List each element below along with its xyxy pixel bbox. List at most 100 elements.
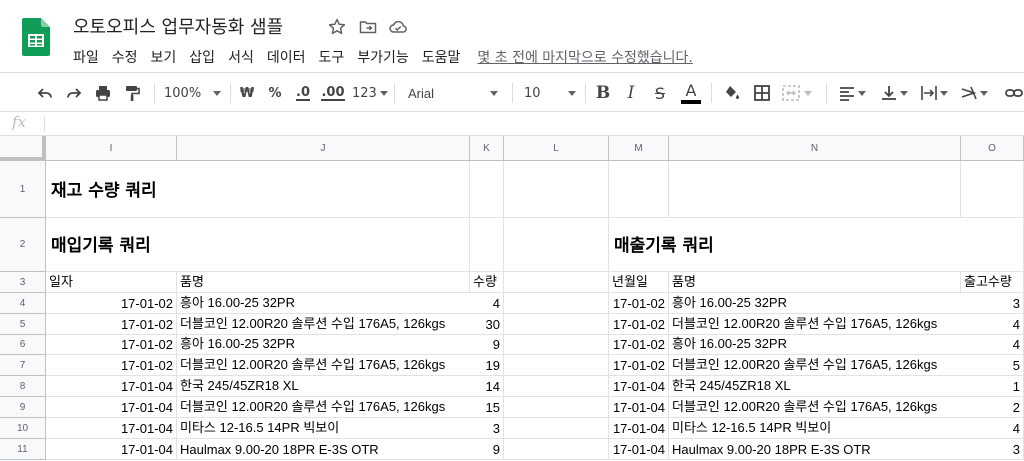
sales-date-cell[interactable]: 17-01-04 bbox=[609, 418, 669, 439]
purchase-column-header[interactable]: 수량 bbox=[470, 272, 504, 293]
cell[interactable] bbox=[504, 161, 609, 218]
sales-qty-cell[interactable]: 4 bbox=[961, 335, 1024, 355]
purchase-item-cell[interactable]: 더블코인 12.00R20 솔루션 수입 176A5, 126kgs bbox=[177, 397, 470, 418]
purchase-date-cell[interactable]: 17-01-04 bbox=[46, 439, 177, 460]
sales-date-cell[interactable]: 17-01-02 bbox=[609, 314, 669, 335]
sales-item-cell[interactable]: 더블코인 12.00R20 솔루션 수입 176A5, 126kgs bbox=[669, 355, 961, 376]
purchase-qty-cell[interactable]: 9 bbox=[470, 335, 504, 355]
paint-format-icon[interactable] bbox=[121, 79, 143, 107]
cell[interactable] bbox=[470, 218, 504, 272]
row-header[interactable]: 6 bbox=[0, 335, 46, 355]
sales-qty-cell[interactable]: 1 bbox=[961, 376, 1024, 397]
row-header[interactable]: 9 bbox=[0, 397, 46, 418]
horizontal-align-icon[interactable] bbox=[838, 79, 872, 107]
purchase-item-cell[interactable]: 더블코인 12.00R20 솔루션 수입 176A5, 126kgs bbox=[177, 314, 470, 335]
sales-date-cell[interactable]: 17-01-04 bbox=[609, 397, 669, 418]
menu-format[interactable]: 서식 bbox=[228, 47, 254, 67]
undo-icon[interactable] bbox=[34, 79, 56, 107]
italic-icon[interactable]: I bbox=[622, 79, 640, 107]
purchase-item-cell[interactable]: 더블코인 12.00R20 솔루션 수입 176A5, 126kgs bbox=[177, 355, 470, 376]
cell[interactable] bbox=[504, 355, 609, 376]
sales-item-cell[interactable]: 한국 245/45ZR18 XL bbox=[669, 376, 961, 397]
sales-date-cell[interactable]: 17-01-02 bbox=[609, 335, 669, 355]
purchase-date-cell[interactable]: 17-01-02 bbox=[46, 293, 177, 314]
percent-button[interactable]: % bbox=[266, 79, 284, 107]
purchase-item-cell[interactable]: 미타스 12-16.5 14PR 빅보이 bbox=[177, 418, 470, 439]
menu-help[interactable]: 도움말 bbox=[422, 47, 461, 67]
menu-data[interactable]: 데이터 bbox=[267, 47, 306, 67]
cell[interactable] bbox=[504, 439, 609, 460]
select-all-corner[interactable] bbox=[0, 136, 46, 161]
row-header[interactable]: 1 bbox=[0, 161, 46, 218]
cell[interactable] bbox=[504, 376, 609, 397]
cell[interactable] bbox=[961, 161, 1024, 218]
purchase-date-cell[interactable]: 17-01-02 bbox=[46, 314, 177, 335]
text-rotation-icon[interactable] bbox=[960, 79, 994, 107]
purchase-heading[interactable]: 매입기록 쿼리 bbox=[46, 218, 466, 272]
column-header[interactable]: I bbox=[46, 136, 177, 161]
cell[interactable] bbox=[504, 418, 609, 439]
sales-item-cell[interactable]: 더블코인 12.00R20 솔루션 수입 176A5, 126kgs bbox=[669, 397, 961, 418]
cell[interactable] bbox=[470, 161, 504, 218]
column-header[interactable]: O bbox=[961, 136, 1024, 161]
purchase-date-cell[interactable]: 17-01-02 bbox=[46, 355, 177, 376]
sales-item-cell[interactable]: 더블코인 12.00R20 솔루션 수입 176A5, 126kgs bbox=[669, 314, 961, 335]
sales-qty-cell[interactable]: 2 bbox=[961, 397, 1024, 418]
purchase-qty-cell[interactable]: 3 bbox=[470, 418, 504, 439]
menu-addons[interactable]: 부가기능 bbox=[357, 47, 409, 67]
sales-column-header[interactable]: 품명 bbox=[669, 272, 961, 293]
cell[interactable] bbox=[504, 218, 609, 272]
sales-date-cell[interactable]: 17-01-04 bbox=[609, 376, 669, 397]
sales-qty-cell[interactable]: 4 bbox=[961, 314, 1024, 335]
last-edit-link[interactable]: 몇 초 전에 마지막으로 수정했습니다. bbox=[477, 47, 692, 67]
purchase-qty-cell[interactable]: 15 bbox=[470, 397, 504, 418]
cell[interactable] bbox=[504, 272, 609, 293]
menu-insert[interactable]: 삽입 bbox=[189, 47, 215, 67]
increase-decimal-button[interactable]: .00 bbox=[320, 79, 346, 107]
row-header[interactable]: 5 bbox=[0, 314, 46, 335]
sales-qty-cell[interactable]: 4 bbox=[961, 418, 1024, 439]
formula-input[interactable] bbox=[52, 115, 1012, 133]
sales-date-cell[interactable]: 17-01-02 bbox=[609, 293, 669, 314]
redo-icon[interactable] bbox=[63, 79, 85, 107]
cell[interactable] bbox=[504, 335, 609, 355]
decrease-decimal-button[interactable]: .0 bbox=[292, 79, 314, 107]
purchase-qty-cell[interactable]: 4 bbox=[470, 293, 504, 314]
purchase-date-cell[interactable]: 17-01-04 bbox=[46, 418, 177, 439]
sales-item-cell[interactable]: Haulmax 9.00-20 18PR E-3S OTR bbox=[669, 439, 961, 460]
cell[interactable] bbox=[669, 161, 961, 218]
purchase-item-cell[interactable]: 흥아 16.00-25 32PR bbox=[177, 335, 470, 355]
purchase-item-cell[interactable]: 한국 245/45ZR18 XL bbox=[177, 376, 470, 397]
purchase-qty-cell[interactable]: 14 bbox=[470, 376, 504, 397]
purchase-column-header[interactable]: 품명 bbox=[177, 272, 470, 293]
column-header[interactable]: M bbox=[609, 136, 669, 161]
purchase-item-cell[interactable]: 흥아 16.00-25 32PR bbox=[177, 293, 470, 314]
row-header[interactable]: 8 bbox=[0, 376, 46, 397]
sheets-logo-icon[interactable] bbox=[22, 18, 50, 56]
purchase-date-cell[interactable]: 17-01-04 bbox=[46, 376, 177, 397]
more-formats-select[interactable]: 123 bbox=[352, 79, 388, 107]
purchase-date-cell[interactable]: 17-01-04 bbox=[46, 397, 177, 418]
sales-qty-cell[interactable]: 3 bbox=[961, 439, 1024, 460]
text-color-icon[interactable]: A bbox=[680, 79, 702, 107]
move-to-folder-icon[interactable] bbox=[358, 17, 378, 37]
row-header[interactable]: 4 bbox=[0, 293, 46, 314]
sheet-title[interactable]: 재고 수량 쿼리 bbox=[46, 161, 466, 218]
column-header[interactable]: J bbox=[177, 136, 470, 161]
spreadsheet-grid[interactable]: I J K L M N O 1 2 3 4 5 6 7 8 9 10 11 재고 수량 쿼리 매입기록 쿼리 매출기록 … bbox=[0, 136, 1024, 461]
borders-icon[interactable] bbox=[751, 79, 773, 107]
menu-view[interactable]: 보기 bbox=[151, 47, 177, 67]
cloud-saved-icon[interactable] bbox=[388, 17, 408, 37]
purchase-column-header[interactable]: 일자 bbox=[46, 272, 177, 293]
print-icon[interactable] bbox=[92, 79, 114, 107]
font-family-select[interactable]: Arial bbox=[408, 79, 498, 107]
star-icon[interactable] bbox=[327, 17, 347, 37]
merge-cells-icon[interactable] bbox=[781, 79, 815, 107]
cell[interactable] bbox=[504, 293, 609, 314]
text-wrapping-icon[interactable] bbox=[920, 79, 954, 107]
column-header[interactable]: K bbox=[470, 136, 504, 161]
sales-date-cell[interactable]: 17-01-02 bbox=[609, 355, 669, 376]
strikethrough-icon[interactable]: S bbox=[651, 79, 669, 107]
sales-column-header[interactable]: 년월일 bbox=[609, 272, 669, 293]
insert-link-icon[interactable] bbox=[1004, 79, 1024, 107]
